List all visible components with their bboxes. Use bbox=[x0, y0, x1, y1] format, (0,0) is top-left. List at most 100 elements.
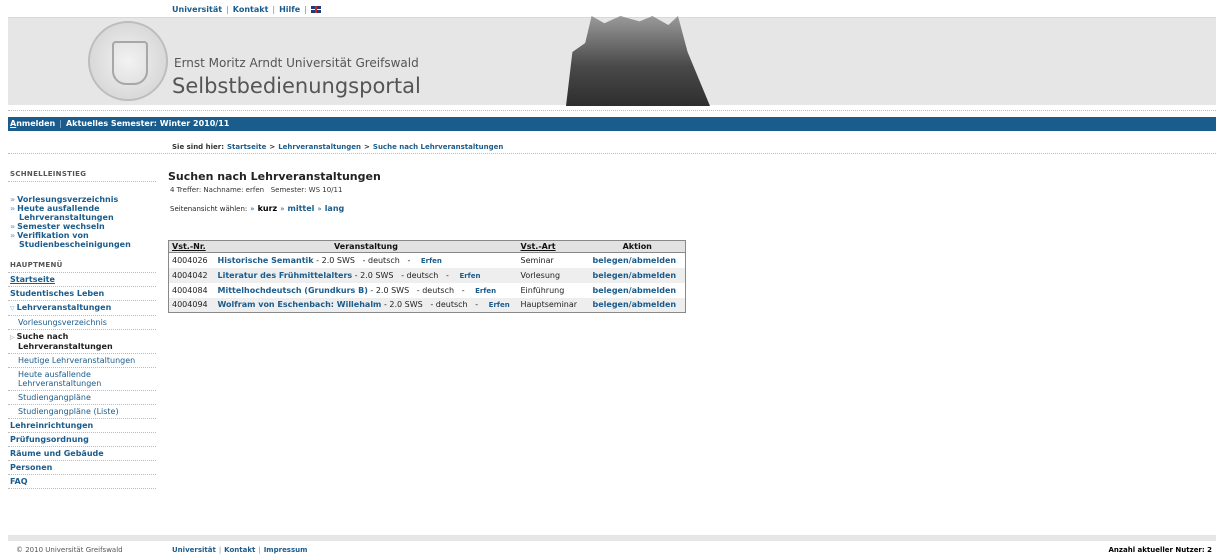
double-arrow-icon: » bbox=[10, 204, 16, 213]
cell-vst-nr: 4004084 bbox=[172, 285, 208, 295]
quick-item-label: Verifikation von bbox=[17, 231, 89, 240]
cell-aktion: belegen/abmelden bbox=[589, 267, 686, 283]
result-summary: 4 Treffer: Nachname: erfen Semester: WS … bbox=[170, 186, 343, 194]
cell-vst-art: Vorlesung bbox=[517, 267, 590, 283]
quick-item-label-line2: Studienbescheinigungen bbox=[19, 240, 131, 249]
footer-link-impressum[interactable]: Impressum bbox=[264, 546, 308, 554]
belegen-abmelden-link[interactable]: belegen/abmelden bbox=[593, 256, 677, 265]
quick-item-vorlesungsverzeichnis[interactable]: » Vorlesungsverzeichnis bbox=[8, 195, 156, 204]
breadcrumb-lehrveranstaltungen[interactable]: Lehrveranstaltungen bbox=[278, 143, 361, 151]
lecturer-link[interactable]: Erfen bbox=[475, 287, 496, 295]
course-title-link[interactable]: Literatur des Frühmittelalters bbox=[218, 271, 353, 280]
cell-vst-art: Hauptseminar bbox=[517, 297, 590, 313]
quick-item-label: Vorlesungsverzeichnis bbox=[17, 195, 119, 204]
view-kurz: kurz bbox=[257, 204, 278, 213]
english-flag-icon[interactable] bbox=[310, 6, 321, 13]
breadcrumb-prefix: Sie sind hier: bbox=[172, 143, 225, 151]
current-semester-link[interactable]: Aktuelles Semester: Winter 2010/11 bbox=[66, 117, 229, 131]
cell-vst-nr: 4004042 bbox=[168, 267, 215, 283]
menu-item-startseite[interactable]: Startseite bbox=[8, 273, 156, 287]
submenu-label: Suche nach bbox=[16, 332, 69, 341]
menu-item-label: Lehrveranstaltungen bbox=[16, 303, 112, 312]
belegen-abmelden-link[interactable]: belegen/abmelden bbox=[593, 271, 677, 280]
cell-veranstaltung: Wolfram von Eschenbach: Willehalm - 2.0 … bbox=[214, 297, 518, 313]
menu-item-studentisches-leben[interactable]: Studentisches Leben bbox=[8, 287, 156, 301]
arrow-icon: » bbox=[317, 204, 322, 213]
breadcrumb-sep: > bbox=[269, 143, 276, 151]
cell-aktion: belegen/abmelden bbox=[590, 253, 686, 268]
quick-item-verifikation[interactable]: » Verifikation von Studienbescheinigungen bbox=[8, 231, 156, 249]
main-content: Suchen nach Lehrveranstaltungen 4 Treffe… bbox=[168, 170, 698, 313]
login-label: nmelden bbox=[16, 119, 56, 128]
breadcrumb-suche[interactable]: Suche nach Lehrveranstaltungen bbox=[373, 143, 503, 151]
separator: | bbox=[272, 5, 276, 14]
submenu-suche-nach-lehrveranstaltungen[interactable]: ▷ Suche nach Lehrveranstaltungen bbox=[8, 330, 156, 354]
quick-item-heute-ausfallende[interactable]: » Heute ausfallende Lehrveranstaltungen bbox=[8, 204, 156, 222]
cell-vst-nr: 4004094 bbox=[168, 297, 215, 313]
submenu-vorlesungsverzeichnis[interactable]: Vorlesungsverzeichnis bbox=[8, 316, 156, 330]
separator: | bbox=[59, 119, 62, 128]
footer-link-kontakt[interactable]: Kontakt bbox=[224, 546, 255, 554]
main-menu-heading: HAUPTMENÜ bbox=[8, 259, 156, 273]
cell-vst-art: Einführung bbox=[520, 285, 565, 295]
quick-item-label-line2: Lehrveranstaltungen bbox=[19, 213, 114, 222]
menu-item-faq[interactable]: FAQ bbox=[8, 475, 156, 489]
separator: | bbox=[258, 546, 261, 554]
submenu-studiengangplaene-liste[interactable]: Studiengangpläne (Liste) bbox=[8, 405, 156, 419]
portal-title: Selbstbedienungsportal bbox=[172, 74, 421, 98]
menu-item-raeume-und-gebaeude[interactable]: Räume und Gebäude bbox=[8, 447, 156, 461]
table-row: 4004026 Historische Semantik - 2.0 SWS -… bbox=[169, 253, 686, 268]
menu-item-personen[interactable]: Personen bbox=[8, 461, 156, 475]
course-info: - 2.0 SWS - deutsch - bbox=[352, 270, 452, 280]
lecturer-link[interactable]: Erfen bbox=[489, 301, 510, 309]
menu-item-pruefungsordnung[interactable]: Prüfungsordnung bbox=[8, 433, 156, 447]
course-title-link[interactable]: Wolfram von Eschenbach: Willehalm bbox=[218, 300, 382, 309]
double-arrow-icon: » bbox=[10, 222, 16, 231]
active-users-count: Anzahl aktueller Nutzer: 2 bbox=[1108, 546, 1212, 554]
lecturer-link[interactable]: Erfen bbox=[421, 257, 442, 265]
footer-copyright: © 2010 Universität Greifswald bbox=[16, 546, 123, 554]
divider bbox=[8, 153, 1216, 154]
lecturer-link[interactable]: Erfen bbox=[459, 272, 480, 280]
footer-link-universitaet[interactable]: Universität bbox=[172, 546, 216, 554]
course-title-link[interactable]: Historische Semantik bbox=[218, 256, 314, 265]
belegen-abmelden-link[interactable]: belegen/abmelden bbox=[593, 300, 677, 309]
belegen-abmelden-link[interactable]: belegen/abmelden bbox=[593, 286, 677, 295]
column-header-vst-nr[interactable]: Vst.-Nr. bbox=[168, 240, 215, 253]
header-banner: Ernst Moritz Arndt Universität Greifswal… bbox=[8, 16, 1216, 106]
menu-item-lehrveranstaltungen[interactable]: ▽ Lehrveranstaltungen bbox=[8, 301, 156, 316]
divider bbox=[8, 110, 1216, 111]
menu-item-lehreinrichtungen[interactable]: Lehreinrichtungen bbox=[8, 419, 156, 433]
quick-item-semester-wechseln[interactable]: » Semester wechseln bbox=[8, 222, 156, 231]
double-arrow-icon: » bbox=[10, 195, 16, 204]
footer-bar bbox=[8, 535, 1216, 541]
statue-image bbox=[566, 16, 710, 106]
cell-veranstaltung: Literatur des Frühmittelalters - 2.0 SWS… bbox=[214, 267, 518, 283]
quick-access-heading: SCHNELLEINSTIEG bbox=[8, 168, 156, 182]
top-link-kontakt[interactable]: Kontakt bbox=[233, 5, 269, 14]
course-title-link[interactable]: Mittelhochdeutsch (Grundkurs B) bbox=[218, 286, 368, 295]
arrow-icon: » bbox=[250, 204, 255, 213]
view-mittel-link[interactable]: mittel bbox=[287, 204, 314, 213]
submenu-studiengangplaene[interactable]: Studiengangpläne bbox=[8, 391, 156, 405]
double-arrow-icon: » bbox=[10, 231, 16, 240]
separator: | bbox=[226, 5, 229, 14]
expanded-triangle-icon: ▽ bbox=[10, 305, 15, 312]
cell-vst-nr: 4004026 bbox=[172, 255, 208, 265]
top-link-universitaet[interactable]: Universität bbox=[172, 5, 222, 14]
cell-vst-art: Seminar bbox=[520, 255, 554, 265]
course-info: - 2.0 SWS - deutsch - bbox=[313, 255, 413, 265]
page-title: Suchen nach Lehrveranstaltungen bbox=[168, 170, 381, 183]
breadcrumb-startseite[interactable]: Startseite bbox=[227, 143, 266, 151]
submenu-heutige-lehrveranstaltungen[interactable]: Heutige Lehrveranstaltungen bbox=[8, 354, 156, 368]
column-header-vst-art[interactable]: Vst.-Art bbox=[517, 240, 590, 253]
login-link[interactable]: Anmelden bbox=[10, 117, 55, 131]
top-link-hilfe[interactable]: Hilfe bbox=[279, 5, 300, 14]
view-lang-link[interactable]: lang bbox=[325, 204, 345, 213]
cell-veranstaltung: Mittelhochdeutsch (Grundkurs B) - 2.0 SW… bbox=[215, 283, 518, 298]
top-links: Universität | Kontakt | Hilfe | bbox=[172, 5, 321, 14]
cell-aktion: belegen/abmelden bbox=[590, 283, 686, 298]
submenu-heute-ausfallende[interactable]: Heute ausfallende Lehrveranstaltungen bbox=[8, 368, 156, 391]
course-info: - 2.0 SWS - deutsch - bbox=[367, 285, 468, 295]
column-header-veranstaltung: Veranstaltung bbox=[214, 240, 518, 253]
